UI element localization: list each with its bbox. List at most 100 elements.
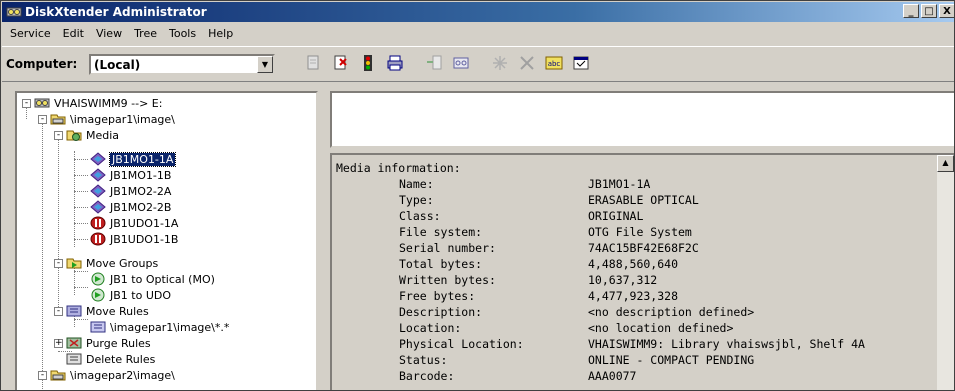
tree-node-delete-rules[interactable]: Delete Rules — [66, 351, 155, 367]
info-value: <no description defined> — [588, 305, 755, 319]
minimize-button[interactable]: _ — [903, 4, 919, 18]
info-heading: Media information: — [336, 161, 461, 175]
info-value: JB1MO1-1A — [588, 177, 651, 191]
maximize-button[interactable]: □ — [921, 4, 937, 18]
info-value: ONLINE - COMPACT PENDING — [588, 353, 755, 367]
import-disabled-icon[interactable] — [422, 51, 446, 75]
info-label: Serial number: — [399, 241, 496, 255]
collapse-icon[interactable]: - — [38, 371, 47, 380]
settings-icon[interactable] — [569, 51, 593, 75]
info-label: Total bytes: — [399, 257, 483, 271]
menu-help[interactable]: Help — [202, 27, 239, 40]
info-label: Name: — [399, 177, 434, 191]
tree-node-media[interactable]: Media — [66, 127, 119, 143]
collapse-icon[interactable]: - — [22, 99, 31, 108]
move-rules-icon — [66, 305, 82, 317]
tree-node-server[interactable]: VHAISWIMM9 --> E: — [34, 95, 162, 111]
move-group-icon — [91, 288, 105, 302]
media-folder-icon — [66, 130, 82, 141]
rule-icon — [90, 321, 106, 333]
delete-disabled-icon[interactable] — [515, 51, 539, 75]
menu-tools[interactable]: Tools — [163, 27, 202, 40]
info-label: Description: — [399, 305, 483, 319]
menu-service[interactable]: Service — [4, 27, 57, 40]
tree-node-purge-rules[interactable]: Purge Rules — [66, 335, 151, 351]
tree-node-label: JB1MO1-1B — [110, 168, 172, 182]
title-bar[interactable]: DiskXtender Administrator _ □ X — [2, 2, 954, 22]
tree-node-jb1mo2-2b[interactable]: JB1MO2-2B — [90, 199, 171, 215]
properties-disabled-icon[interactable] — [488, 51, 512, 75]
menu-tree[interactable]: Tree — [128, 27, 163, 40]
chevron-down-icon[interactable]: ▼ — [257, 56, 273, 73]
tree-node-label: JB1MO2-2B — [110, 200, 172, 214]
info-label: Type: — [399, 193, 434, 207]
media-view-icon[interactable] — [449, 51, 473, 75]
delete-doc-icon[interactable] — [329, 51, 353, 75]
list-pane[interactable] — [330, 91, 954, 148]
tree-node-move-groups[interactable]: Move Groups — [66, 255, 158, 271]
udo-disc-icon — [90, 216, 106, 230]
collapse-icon[interactable]: - — [54, 131, 63, 140]
info-label: Location: — [399, 321, 462, 335]
media-info-pane[interactable]: Media information: Name: JB1MO1-1A Type:… — [330, 153, 954, 390]
status-light-icon[interactable] — [356, 51, 380, 75]
menu-bar: Service Edit View Tree Tools Help — [2, 23, 954, 43]
tree-node-label: JB1 to Optical (MO) — [110, 272, 215, 286]
tree-node-jb1-to-optical[interactable]: JB1 to Optical (MO) — [90, 271, 215, 287]
info-label: Written bytes: — [399, 273, 496, 287]
scroll-up-icon[interactable]: ▲ — [937, 155, 954, 172]
info-value: VHAISWIMM9: Library vhaiswsjbl, Shelf 4A — [588, 337, 865, 351]
menu-edit[interactable]: Edit — [57, 27, 90, 40]
tree-node-jb1mo2-2a[interactable]: JB1MO2-2A — [90, 183, 171, 199]
tree-node-jb1udo1-1b[interactable]: JB1UDO1-1B — [90, 231, 178, 247]
rename-icon[interactable]: abc — [542, 51, 566, 75]
info-value: <no location defined> — [588, 321, 734, 335]
tree-node-label: \imagepar1\image\ — [70, 112, 175, 126]
move-groups-icon — [66, 258, 82, 269]
tree-node-jb1mo1-1b[interactable]: JB1MO1-1B — [90, 167, 171, 183]
expand-icon[interactable]: + — [54, 339, 63, 348]
info-value: AAA0077 — [588, 369, 637, 383]
menu-view[interactable]: View — [90, 27, 128, 40]
tree-node-jb1-to-udo[interactable]: JB1 to UDO — [90, 287, 171, 303]
server-icon — [34, 98, 50, 108]
tree-node-label: Delete Rules — [86, 352, 156, 366]
collapse-icon[interactable]: - — [54, 307, 63, 316]
udo-disc-icon — [90, 232, 106, 246]
tree-node-jb1mo1-1a[interactable]: JB1MO1-1A — [90, 151, 177, 167]
info-label: Physical Location: — [399, 337, 524, 351]
tree-node-rule-imagepar1[interactable]: \imagepar1\image\*.* — [90, 319, 229, 335]
tree-node-label: Media — [86, 128, 120, 142]
collapse-icon[interactable]: - — [54, 259, 63, 268]
tree-node-label: JB1UDO1-1B — [110, 232, 179, 246]
tree-node-move-rules[interactable]: Move Rules — [66, 303, 149, 319]
tree-node-label: JB1MO2-2A — [110, 184, 172, 198]
window-title: DiskXtender Administrator — [25, 5, 207, 19]
app-icon — [6, 7, 22, 17]
vertical-scrollbar[interactable]: ▲ — [937, 155, 954, 390]
print-icon[interactable] — [383, 51, 407, 75]
optical-disc-icon — [90, 184, 106, 198]
tree-node-label: Move Rules — [86, 304, 149, 318]
tree-node-imagepar2[interactable]: \imagepar2\image\ — [50, 367, 175, 383]
tree-node-label: JB1MO1-1A — [108, 151, 177, 167]
close-button[interactable]: X — [939, 4, 954, 18]
drive-icon — [50, 114, 66, 125]
tree-node-imagepar1[interactable]: \imagepar1\image\ — [50, 111, 175, 127]
optical-disc-icon — [90, 152, 106, 166]
drive-icon — [50, 370, 66, 381]
computer-select-value: (Local) — [94, 58, 141, 72]
tree-node-label: \imagepar2\image\ — [70, 368, 175, 382]
computer-label: Computer: — [6, 57, 78, 71]
delete-rules-icon — [66, 353, 82, 365]
new-disabled-icon[interactable] — [302, 51, 326, 75]
collapse-icon[interactable]: - — [38, 115, 47, 124]
purge-rules-icon — [66, 337, 82, 349]
info-value: ORIGINAL — [588, 209, 644, 223]
computer-select[interactable]: (Local) ▼ — [89, 54, 275, 75]
tree-node-label: \imagepar1\image\*.* — [110, 320, 230, 334]
tree-node-jb1udo1-1a[interactable]: JB1UDO1-1A — [90, 215, 178, 231]
svg-text:abc: abc — [548, 60, 561, 68]
navigation-tree[interactable]: - VHAISWIMM9 --> E: - \imagepar1\image\ … — [15, 91, 318, 390]
tree-node-label: Purge Rules — [86, 336, 151, 350]
